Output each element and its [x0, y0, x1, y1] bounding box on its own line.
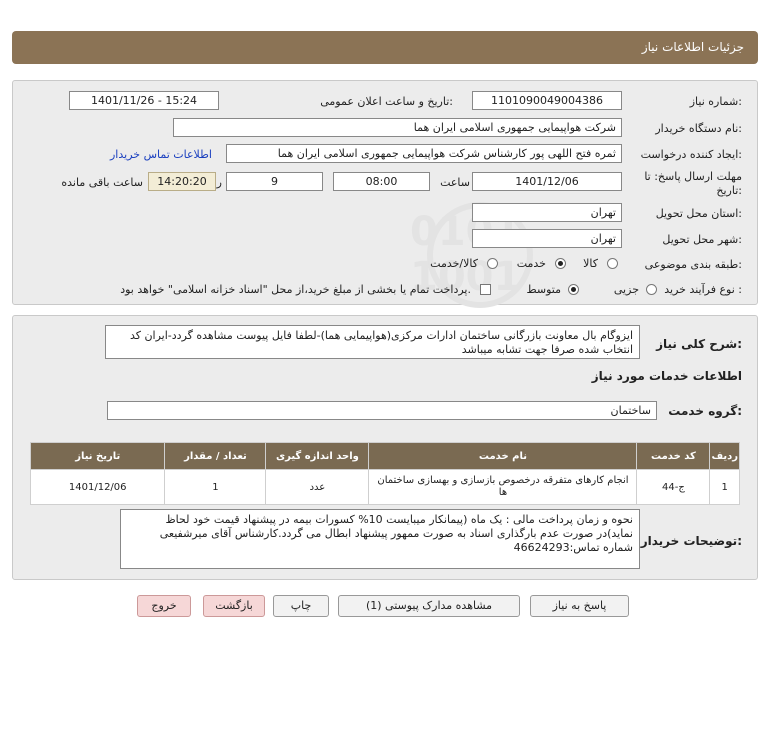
category-option-service: خدمت [516, 257, 546, 270]
requester-field: ثمره فتح اللهی پور کارشناس شرکت هواپیمای… [226, 144, 622, 163]
process-option-minor: جزیی [613, 283, 639, 296]
col-service-name: نام خدمت [368, 442, 638, 470]
process-radio-medium[interactable] [568, 284, 579, 295]
process-option-medium: متوسط [526, 283, 561, 296]
table-row: 1 ج-44 انجام کارهای متفرقه درخصوص بازساز… [29, 469, 740, 505]
buyer-org-label: نام دستگاه خریدار: [655, 122, 742, 135]
buyer-org-field: شرکت هواپیمایی جمهوری اسلامی ایران هما [173, 118, 622, 137]
category-label: طبقه بندی موضوعی: [644, 258, 742, 271]
description-label: شرح کلی نیاز: [656, 337, 742, 351]
remaining-time-field: 14:20:20 [148, 172, 216, 191]
service-group-label: گروه خدمت: [668, 404, 742, 418]
services-section-title: اطلاعات خدمات مورد نیاز [591, 369, 742, 383]
cell-service-code: ج-44 [636, 469, 711, 505]
description-text: ایزوگام بال معاونت بازرگانی ساختمان ادار… [105, 325, 640, 359]
treasury-payment-checkbox[interactable] [480, 284, 491, 295]
category-radio-service[interactable] [555, 258, 566, 269]
col-need-date: تاریخ نیاز [29, 442, 166, 470]
cell-need-date: 1401/12/06 [29, 469, 166, 505]
need-number-label: شماره نیاز: [689, 95, 742, 108]
reply-button[interactable]: پاسخ به نیاز [530, 595, 629, 617]
requester-label: ایجاد کننده درخواست: [640, 148, 742, 161]
process-radio-minor[interactable] [646, 284, 657, 295]
page-title-bar: جزئیات اطلاعات نیاز [12, 31, 758, 64]
exit-button[interactable]: خروج [137, 595, 191, 617]
deadline-time-field: 08:00 [333, 172, 430, 191]
days-field: 9 [226, 172, 323, 191]
announce-label: تاریخ و ساعت اعلان عمومی: [320, 95, 453, 108]
category-radio-goods[interactable] [607, 258, 618, 269]
province-field: تهران [472, 203, 622, 222]
buyer-notes-label: توضیحات خریدار: [640, 534, 742, 548]
buyer-contact-link[interactable]: اطلاعات تماس خریدار [110, 148, 212, 161]
deadline-time-label: ساعت [440, 176, 470, 189]
remaining-time-label: ساعت باقی مانده [61, 176, 143, 189]
print-button[interactable]: چاپ [273, 595, 329, 617]
service-group-field: ساختمان [107, 401, 657, 420]
back-button[interactable]: بازگشت [203, 595, 265, 617]
col-quantity: تعداد / مقدار [164, 442, 267, 470]
page-title: جزئیات اطلاعات نیاز [641, 40, 744, 54]
treasury-payment-note: پرداخت تمام یا بخشی از مبلغ خرید،از محل … [120, 283, 471, 296]
process-label: نوع فرآیند خرید : [664, 283, 742, 296]
table-header-row: ردیف کد خدمت نام خدمت واحد اندازه گیری ت… [29, 442, 740, 470]
cell-service-name: انجام کارهای متفرقه درخصوص بازسازی و بهس… [368, 469, 638, 505]
cell-index: 1 [709, 469, 740, 505]
category-option-goods-service: کالا/خدمت [430, 257, 478, 270]
announce-field: 1401/11/26 - 15:24 [69, 91, 219, 110]
deadline-label-date: تاریخ: [716, 184, 742, 197]
col-index: ردیف [709, 442, 740, 470]
deadline-date-field: 1401/12/06 [472, 172, 622, 191]
col-unit: واحد اندازه گیری [265, 442, 370, 470]
cell-quantity: 1 [164, 469, 267, 505]
city-field: تهران [472, 229, 622, 248]
need-info-panel [12, 80, 758, 305]
col-service-code: کد خدمت [636, 442, 711, 470]
view-attachments-button[interactable]: مشاهده مدارک پیوستی (1) [338, 595, 520, 617]
buyer-notes-text: نحوه و زمان پرداخت مالی : یک ماه (پیمانک… [120, 509, 640, 569]
province-label: استان محل تحویل: [655, 207, 742, 220]
deadline-label: مهلت ارسال پاسخ: تا [644, 170, 742, 183]
city-label: شهر محل تحویل: [662, 233, 742, 246]
cell-unit: عدد [265, 469, 370, 505]
category-radio-goods-service[interactable] [487, 258, 498, 269]
need-number-field: 1101090049004386 [472, 91, 622, 110]
category-option-goods: کالا [583, 257, 598, 270]
services-table: ردیف کد خدمت نام خدمت واحد اندازه گیری ت… [29, 442, 740, 505]
